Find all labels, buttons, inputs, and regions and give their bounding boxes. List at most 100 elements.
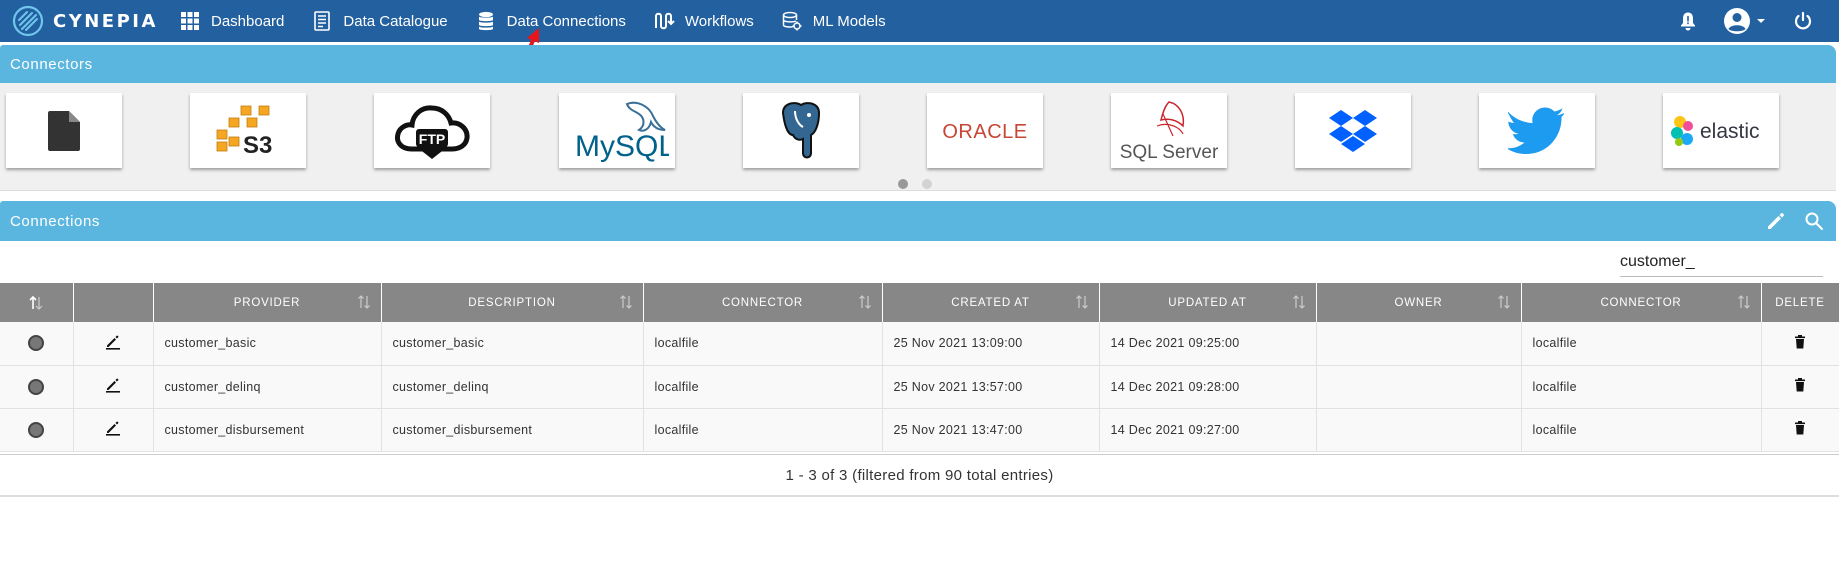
postgresql-elephant-icon [781,101,821,158]
row-select-radio[interactable] [28,421,45,438]
search-input[interactable] [1620,247,1823,276]
column-header-connector-2[interactable]: CONNECTOR [1521,283,1762,322]
connectors-title: Connectors [10,55,93,73]
cell-updated-at: 14 Dec 2021 09:28:00 [1099,365,1317,409]
nav-data-connections[interactable]: Data Connections [464,0,637,42]
column-header-updated-at-label: UPDATED AT [1168,296,1247,309]
row-select-cell [0,322,74,366]
twitter-bird-icon [1508,107,1564,154]
connector-tile-twitter[interactable] [1479,93,1595,168]
trash-icon[interactable] [1794,378,1806,392]
connector-tile-s3[interactable]: S3 [190,93,306,168]
oracle-logo-icon: ORACLE [942,121,1027,143]
column-header-description[interactable]: DESCRIPTION [381,283,644,322]
cell-connector-2: localfile [1521,322,1762,366]
edit-pencil-icon[interactable] [105,377,121,393]
aws-s3-logo-icon: S3 [216,105,272,159]
cell-connector: localfile [643,365,883,409]
connector-tile-mysql[interactable]: MySQL [559,93,675,168]
edit-pencil-icon[interactable] [105,420,121,436]
trash-icon[interactable] [1794,334,1806,349]
brand[interactable]: CYNEPIA [12,5,168,37]
connector-tile-postgresql[interactable] [743,93,859,168]
row-select-radio[interactable] [28,378,45,395]
column-header-description-label: DESCRIPTION [468,296,556,309]
document-list-icon [314,11,331,31]
cell-owner [1316,322,1522,366]
connector-tile-file[interactable] [6,93,122,168]
row-delete-cell [1761,365,1839,409]
table-row[interactable]: customer_disbursement customer_disbursem… [0,408,1839,452]
brand-name: CYNEPIA [53,10,158,32]
logout-button[interactable] [1793,11,1813,31]
cell-provider: customer_delinq [153,365,382,409]
sort-icon [1075,295,1088,309]
connector-tile-dropbox[interactable] [1295,93,1411,168]
user-menu-button[interactable] [1723,7,1767,35]
row-delete-cell [1761,322,1839,366]
column-header-owner-label: OWNER [1394,296,1443,309]
oracle-logo-text: ORACLE [942,121,1027,143]
cell-updated-at: 14 Dec 2021 09:25:00 [1099,322,1317,366]
s3-logo-text: S3 [243,132,272,159]
carousel-dot-1[interactable] [898,179,908,189]
pencil-icon [1768,213,1784,229]
ftp-logo-text: FTP [419,131,445,147]
nav-dashboard[interactable]: Dashboard [168,0,295,42]
sort-icon [1737,295,1750,309]
search-toggle-button[interactable] [1804,211,1824,231]
edit-columns-button[interactable] [1766,211,1786,231]
nav-workflows[interactable]: Workflows [642,0,765,42]
table-row[interactable]: customer_basic customer_basic localfile … [0,322,1839,366]
nav-right-tools [1679,0,1839,42]
table-row[interactable]: customer_delinq customer_delinq localfil… [0,365,1839,409]
cell-owner [1316,408,1522,452]
cell-created-at: 25 Nov 2021 13:47:00 [882,408,1100,452]
row-edit-cell [73,322,154,366]
carousel-dot-2[interactable] [922,179,932,189]
sort-icon [858,295,871,309]
sort-icon [1497,295,1510,309]
workflow-icon [654,12,675,30]
cynepia-logo-icon [12,5,44,37]
nav-ml-models[interactable]: ML Models [770,0,897,42]
column-header-owner[interactable]: OWNER [1316,283,1522,322]
cell-updated-at: 14 Dec 2021 09:27:00 [1099,408,1317,452]
cell-description: customer_basic [381,322,644,366]
connector-tile-ftp[interactable]: FTP [374,93,490,168]
edit-pencil-icon[interactable] [105,334,121,350]
sort-icon [1292,295,1305,309]
connector-tile-oracle[interactable]: ORACLE [927,93,1043,168]
cell-provider: customer_disbursement [153,408,382,452]
cell-connector-2: localfile [1521,408,1762,452]
cell-connector: localfile [643,322,883,366]
column-header-edit [73,283,154,322]
connector-tile-sqlserver[interactable]: SQL Server [1111,93,1227,168]
trash-icon[interactable] [1794,421,1806,435]
column-header-provider[interactable]: PROVIDER [153,283,382,322]
column-header-connector[interactable]: CONNECTOR [643,283,883,322]
pagination-summary: 1 - 3 of 3 (filtered from 90 total entri… [785,466,1054,484]
connections-header-tools [1748,201,1824,241]
column-header-updated-at[interactable]: UPDATED AT [1099,283,1317,322]
nav-workflows-label: Workflows [684,12,754,30]
column-header-connector-label: CONNECTOR [721,296,804,309]
nav-data-catalogue[interactable]: Data Catalogue [300,0,458,42]
table-footer: 1 - 3 of 3 (filtered from 90 total entri… [0,454,1839,497]
cell-owner [1316,365,1522,409]
column-header-select[interactable] [0,283,74,322]
user-account-icon [1724,8,1750,34]
connector-tile-elastic[interactable]: elastic [1663,93,1779,168]
search-icon [1805,212,1823,230]
row-edit-cell [73,365,154,409]
notifications-button[interactable] [1679,11,1697,31]
nav-dashboard-label: Dashboard [211,12,285,30]
row-select-radio[interactable] [28,335,45,352]
cell-created-at: 25 Nov 2021 13:57:00 [882,365,1100,409]
connectors-panel-header: Connectors [0,45,1836,83]
column-header-created-at[interactable]: CREATED AT [882,283,1100,322]
sort-icon [29,295,43,310]
grid-icon [181,12,199,30]
row-select-cell [0,365,74,409]
top-navbar: CYNEPIA Dashboard Data Catalogue Data Co… [0,0,1839,42]
